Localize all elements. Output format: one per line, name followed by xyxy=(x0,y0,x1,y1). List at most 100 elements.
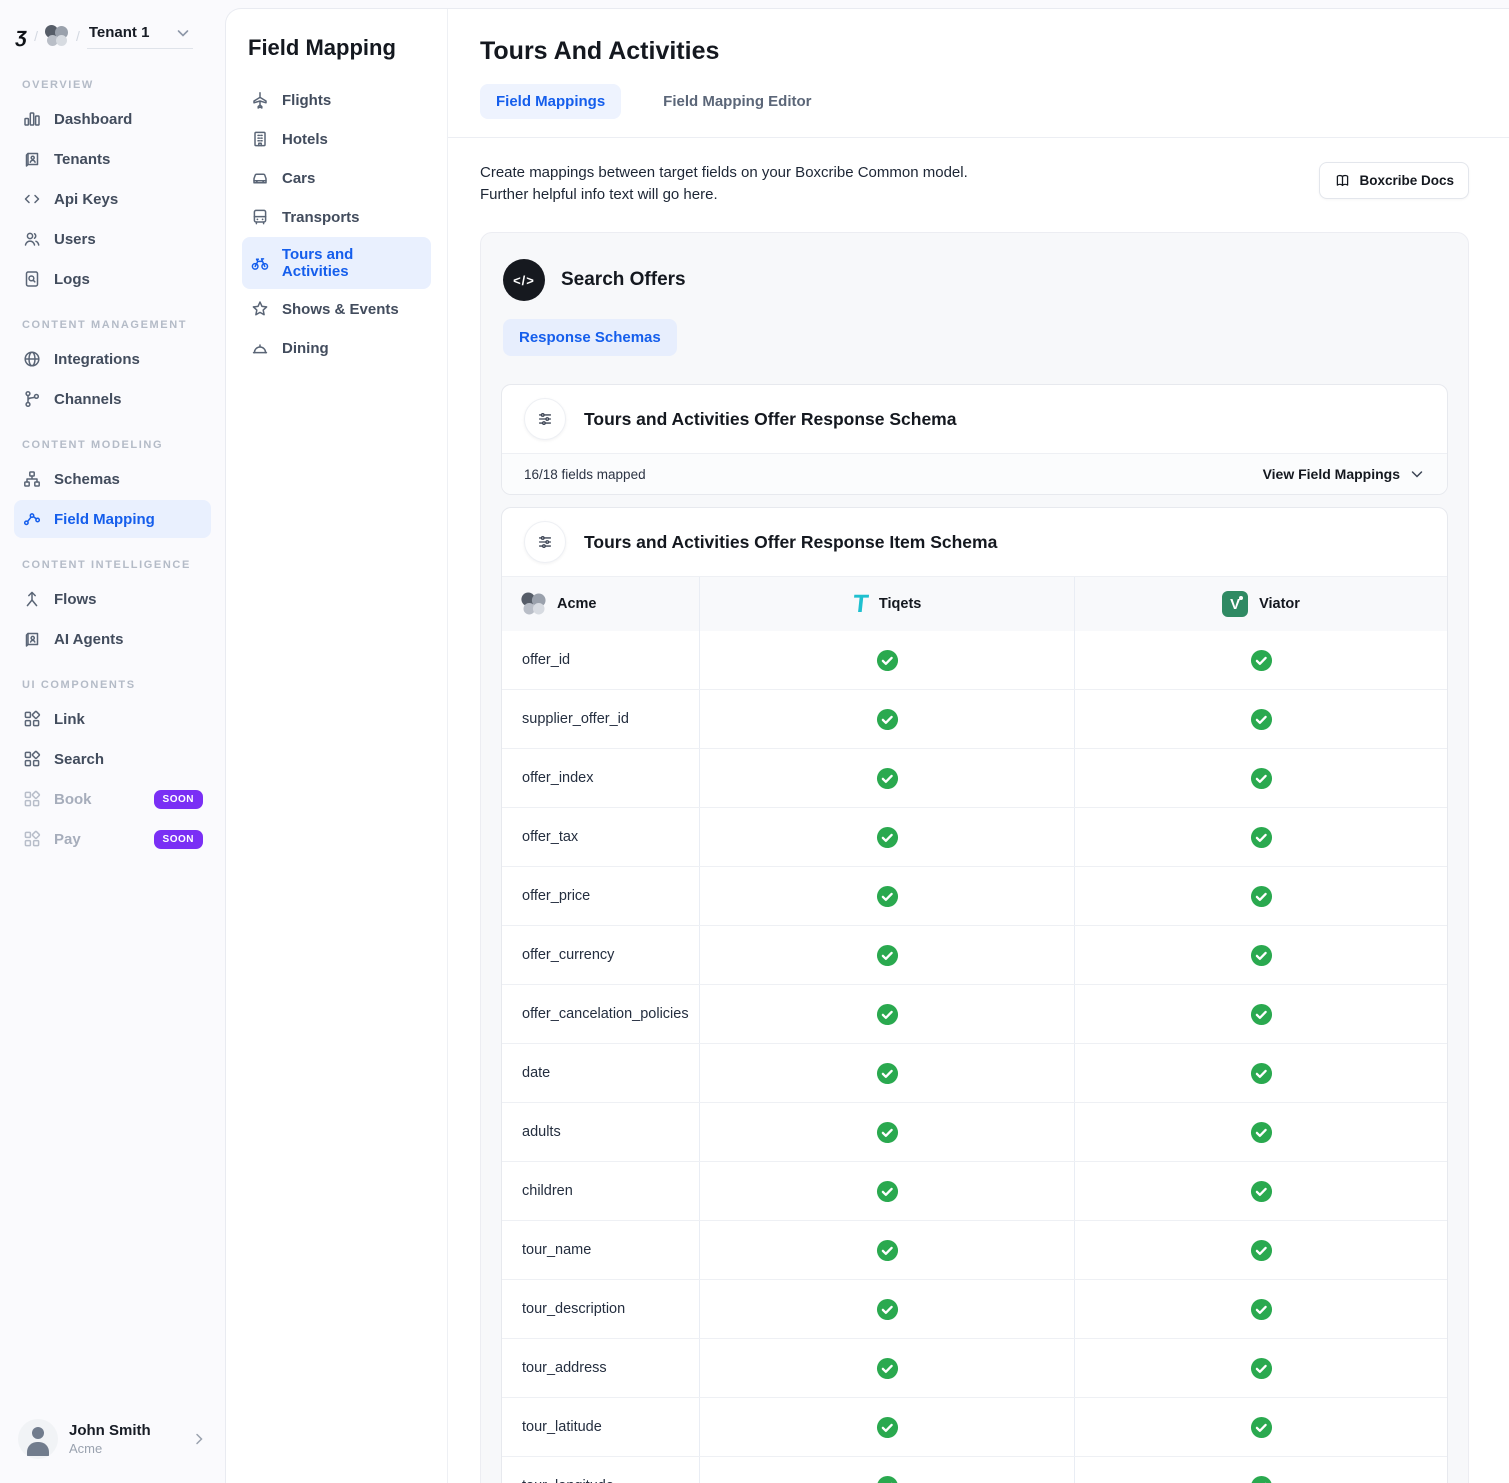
table-header-row: Acme T Tiqets xyxy=(502,577,1447,631)
cloche-icon xyxy=(250,338,270,358)
tab-field-mappings[interactable]: Field Mappings xyxy=(480,84,621,119)
section-label-content-management: CONTENT MANAGEMENT xyxy=(22,319,203,331)
component-grid-icon xyxy=(22,709,42,729)
check-icon xyxy=(876,1062,899,1085)
tenant-name: Tenant 1 xyxy=(89,24,150,41)
check-icon xyxy=(1250,1062,1273,1085)
table-body: offer_idsupplier_offer_idoffer_indexoffe… xyxy=(502,631,1447,1483)
log-search-icon xyxy=(22,269,42,289)
submenu-item-hotels[interactable]: Hotels xyxy=(242,120,431,158)
hierarchy-icon xyxy=(22,469,42,489)
submenu-item-tours-and-activities[interactable]: Tours and Activities xyxy=(242,237,431,289)
submenu-item-dining[interactable]: Dining xyxy=(242,329,431,367)
sidebar-item-dashboard[interactable]: Dashboard xyxy=(14,100,211,138)
submenu-title: Field Mapping xyxy=(248,35,425,61)
check-icon xyxy=(876,944,899,967)
tiqets-mapping-cell xyxy=(699,690,1074,748)
content-area: Create mappings between target fields on… xyxy=(448,138,1509,1483)
check-icon xyxy=(876,885,899,908)
boxcribe-docs-button[interactable]: Boxcribe Docs xyxy=(1319,162,1469,199)
column-header-viator: V Viator xyxy=(1074,577,1447,631)
viator-mapping-cell xyxy=(1074,1339,1447,1397)
tiqets-mapping-cell xyxy=(699,985,1074,1043)
schema-list-icon xyxy=(524,398,566,440)
sidebar-item-logs[interactable]: Logs xyxy=(14,260,211,298)
tab-field-mapping-editor[interactable]: Field Mapping Editor xyxy=(647,84,827,119)
tiqets-logo: T xyxy=(851,592,869,617)
mapped-status: 16/18 fields mapped xyxy=(524,467,646,482)
sidebar-item-label: Channels xyxy=(54,391,122,408)
sidebar-item-search[interactable]: Search xyxy=(14,740,211,778)
globe-icon xyxy=(22,349,42,369)
sidebar-item-integrations[interactable]: Integrations xyxy=(14,340,211,378)
submenu-item-flights[interactable]: Flights xyxy=(242,81,431,119)
field-name: tour_latitude xyxy=(502,1398,699,1456)
boxcribe-logo-icon[interactable]: ʒ xyxy=(15,25,29,46)
soon-badge: SOON xyxy=(154,790,203,809)
check-icon xyxy=(1250,1416,1273,1439)
tenant-selector[interactable]: Tenant 1 xyxy=(87,22,194,49)
chevron-down-icon xyxy=(1409,466,1425,482)
submenu-item-transports[interactable]: Transports xyxy=(242,198,431,236)
sidebar-item-users[interactable]: Users xyxy=(14,220,211,258)
sidebar-item-label: Field Mapping xyxy=(54,511,155,528)
submenu-item-shows-events[interactable]: Shows & Events xyxy=(242,290,431,328)
check-icon xyxy=(1250,885,1273,908)
search-offers-section: </> Search Offers Response Schemas Tours… xyxy=(480,232,1469,1483)
viator-mapping-cell xyxy=(1074,749,1447,807)
sidebar-item-api-keys[interactable]: Api Keys xyxy=(14,180,211,218)
sidebar-item-book[interactable]: Book SOON xyxy=(14,780,211,818)
submenu-item-cars[interactable]: Cars xyxy=(242,159,431,197)
check-icon xyxy=(876,1475,899,1483)
breadcrumb: ʒ / / Tenant 1 xyxy=(14,22,211,59)
agent-card-icon xyxy=(22,629,42,649)
tiqets-mapping-cell xyxy=(699,926,1074,984)
field-name: adults xyxy=(502,1103,699,1161)
user-menu[interactable]: John Smith Acme xyxy=(14,1413,211,1465)
check-icon xyxy=(1250,1475,1273,1483)
view-field-mappings-button[interactable]: View Field Mappings xyxy=(1263,466,1425,482)
field-mapping-table: Acme T Tiqets xyxy=(502,576,1447,1483)
sidebar-item-channels[interactable]: Channels xyxy=(14,380,211,418)
viator-mapping-cell xyxy=(1074,1162,1447,1220)
tiqets-mapping-cell xyxy=(699,1280,1074,1338)
response-schemas-badge[interactable]: Response Schemas xyxy=(503,319,677,356)
field-name: offer_id xyxy=(502,631,699,689)
check-icon xyxy=(876,1003,899,1026)
table-row: supplier_offer_id xyxy=(502,689,1447,748)
offer-response-item-schema-card: Tours and Activities Offer Response Item… xyxy=(501,507,1448,1483)
table-row: offer_price xyxy=(502,866,1447,925)
sidebar-item-schemas[interactable]: Schemas xyxy=(14,460,211,498)
docs-button-label: Boxcribe Docs xyxy=(1359,173,1454,188)
check-icon xyxy=(876,1298,899,1321)
tiqets-mapping-cell xyxy=(699,1457,1074,1483)
component-grid-icon xyxy=(22,829,42,849)
field-name: tour_address xyxy=(502,1339,699,1397)
sidebar-item-field-mapping[interactable]: Field Mapping xyxy=(14,500,211,538)
component-grid-icon xyxy=(22,789,42,809)
field-name: supplier_offer_id xyxy=(502,690,699,748)
sidebar-item-flows[interactable]: Flows xyxy=(14,580,211,618)
check-icon xyxy=(876,1121,899,1144)
sidebar-item-label: Pay xyxy=(54,831,81,848)
column-header-label: Viator xyxy=(1259,596,1300,612)
check-icon xyxy=(1250,826,1273,849)
check-icon xyxy=(876,649,899,672)
viator-mapping-cell xyxy=(1074,926,1447,984)
sidebar-item-pay[interactable]: Pay SOON xyxy=(14,820,211,858)
plane-icon xyxy=(250,90,270,110)
section-label-overview: OVERVIEW xyxy=(22,79,203,91)
intro-row: Create mappings between target fields on… xyxy=(480,162,1469,206)
sidebar-item-label: Link xyxy=(54,711,85,728)
acme-org-logo[interactable] xyxy=(45,25,69,47)
slash-separator: / xyxy=(34,28,38,44)
check-icon xyxy=(1250,1003,1273,1026)
component-grid-icon xyxy=(22,749,42,769)
sidebar-item-ai-agents[interactable]: AI Agents xyxy=(14,620,211,658)
sidebar-item-link[interactable]: Link xyxy=(14,700,211,738)
sidebar-item-tenants[interactable]: Tenants xyxy=(14,140,211,178)
submenu-item-label: Hotels xyxy=(282,131,328,148)
field-name: offer_index xyxy=(502,749,699,807)
tiqets-mapping-cell xyxy=(699,631,1074,689)
table-row: offer_tax xyxy=(502,807,1447,866)
